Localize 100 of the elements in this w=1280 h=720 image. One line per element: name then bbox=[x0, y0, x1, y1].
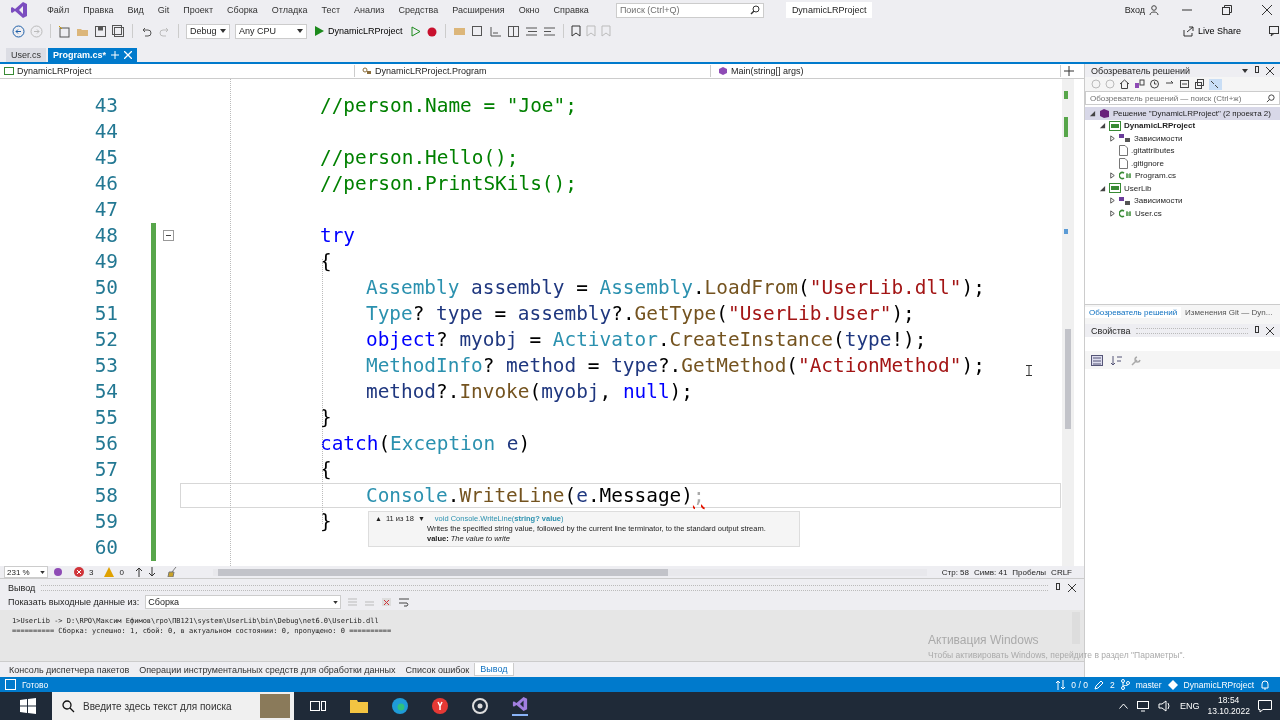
tree-item[interactable]: UserLib bbox=[1095, 182, 1280, 195]
toolbar-icon[interactable] bbox=[506, 24, 520, 38]
collapse-icon[interactable] bbox=[163, 230, 174, 242]
tree-item[interactable]: .gitignore bbox=[1105, 157, 1280, 170]
platform-dropdown[interactable]: Any CPU bbox=[235, 23, 307, 39]
collapsed-arrow-icon[interactable] bbox=[1109, 172, 1116, 180]
branch-icon[interactable] bbox=[1120, 679, 1130, 690]
menu-item[interactable]: Анализ bbox=[347, 5, 392, 15]
dropdown-arrow-icon[interactable] bbox=[1242, 68, 1248, 73]
tree-item[interactable]: User.cs bbox=[1105, 207, 1280, 220]
history-icon[interactable] bbox=[1149, 79, 1160, 89]
broom-icon[interactable] bbox=[166, 567, 178, 577]
task-view-icon[interactable] bbox=[310, 699, 326, 713]
panel-tab[interactable]: Консоль диспетчера пакетов bbox=[4, 663, 135, 676]
copy-icon[interactable] bbox=[1194, 79, 1205, 89]
start-button[interactable]: DynamicLRProject bbox=[312, 26, 406, 36]
language-indicator[interactable]: ENG bbox=[1179, 701, 1200, 711]
member-dropdown[interactable]: Main(string[] args) bbox=[714, 64, 1061, 77]
vertical-scrollbar[interactable] bbox=[1062, 78, 1074, 566]
menu-item[interactable]: Вид bbox=[120, 5, 151, 15]
back-icon[interactable] bbox=[12, 24, 25, 38]
panel-tab[interactable]: Вывод bbox=[474, 663, 514, 677]
toolbar-icon[interactable] bbox=[542, 24, 556, 38]
toolbar-icon[interactable] bbox=[470, 24, 484, 38]
close-icon[interactable] bbox=[1068, 583, 1076, 592]
tree-item[interactable]: Решение "DynamicLRProject" (2 проекта 2) bbox=[1085, 107, 1280, 120]
tree-item[interactable]: DynamicLRProject bbox=[1095, 119, 1280, 132]
menu-item[interactable]: Git bbox=[150, 5, 177, 15]
up-arrow-icon[interactable] bbox=[134, 567, 143, 577]
repository-name[interactable]: DynamicLRProject bbox=[1183, 679, 1254, 690]
error-icon[interactable] bbox=[74, 567, 84, 577]
project-dropdown[interactable]: DynamicLRProject bbox=[0, 64, 355, 77]
menu-item[interactable]: Сборка bbox=[220, 5, 265, 15]
tree-item[interactable]: Зависимости bbox=[1105, 132, 1280, 145]
word-wrap-icon[interactable] bbox=[398, 597, 411, 608]
bookmark-icon[interactable] bbox=[570, 25, 581, 37]
windows-start-icon[interactable] bbox=[20, 698, 36, 714]
output-source-dropdown[interactable]: Сборка bbox=[145, 595, 342, 610]
network-icon[interactable] bbox=[1135, 700, 1150, 712]
home-icon[interactable] bbox=[1119, 79, 1130, 89]
pin-icon[interactable] bbox=[1054, 583, 1062, 593]
zoom-dropdown[interactable]: 231 % bbox=[4, 566, 48, 578]
menu-item[interactable]: Проект bbox=[176, 5, 220, 15]
menu-item[interactable]: Окно bbox=[511, 5, 547, 15]
save-all-icon[interactable] bbox=[112, 24, 125, 38]
panel-tab[interactable]: Список ошибок bbox=[400, 663, 475, 676]
toolbar-icon[interactable] bbox=[524, 24, 538, 38]
configuration-dropdown[interactable]: Debug bbox=[186, 23, 230, 39]
down-arrow-icon[interactable] bbox=[147, 567, 156, 577]
feedback-icon[interactable] bbox=[1268, 25, 1280, 37]
menu-item[interactable]: Правка bbox=[76, 5, 121, 15]
browser-icon[interactable] bbox=[392, 698, 408, 714]
sign-in-link[interactable]: Вход bbox=[1124, 5, 1145, 15]
panel-tab[interactable]: Операции инструментальных средств для обработки данных bbox=[134, 663, 401, 676]
menu-item[interactable]: Файл bbox=[40, 5, 77, 15]
search-field[interactable]: Обозреватель решений — поиск (Ctrl+ж) bbox=[1085, 91, 1280, 105]
tree-item[interactable]: Зависимости bbox=[1105, 194, 1280, 207]
output-icon[interactable] bbox=[5, 679, 16, 690]
taskbar-search-field[interactable]: Введите здесь текст для поиска bbox=[52, 692, 294, 720]
pin-icon[interactable] bbox=[1253, 326, 1261, 335]
notifications-icon[interactable] bbox=[1258, 699, 1272, 713]
branch-name[interactable]: master bbox=[1135, 679, 1162, 690]
visual-studio-icon[interactable] bbox=[512, 696, 528, 716]
collapsed-arrow-icon[interactable] bbox=[1109, 134, 1116, 142]
split-icon[interactable] bbox=[1064, 65, 1074, 76]
categorized-icon[interactable] bbox=[1091, 354, 1103, 366]
live-share-button[interactable]: Live Share bbox=[1176, 24, 1247, 38]
chevron-up-icon[interactable] bbox=[1118, 703, 1128, 709]
clock-date[interactable]: 13.10.2022 bbox=[1207, 706, 1250, 717]
person-add-icon[interactable] bbox=[1149, 4, 1160, 16]
clock-time[interactable]: 18:54 bbox=[1218, 695, 1240, 706]
pin-icon[interactable] bbox=[1253, 66, 1261, 75]
notification-bell-icon[interactable] bbox=[1260, 679, 1270, 690]
repository-icon[interactable] bbox=[1167, 679, 1178, 690]
panel-tab[interactable]: Изменения Git — Dyn... bbox=[1181, 307, 1277, 318]
new-item-icon[interactable] bbox=[58, 24, 71, 38]
app-icon[interactable] bbox=[472, 698, 488, 714]
collapse-all-icon[interactable] bbox=[1179, 79, 1190, 89]
sync-arrows-icon[interactable] bbox=[1056, 679, 1066, 690]
changes-count[interactable]: 2 bbox=[1109, 679, 1115, 690]
pencil-icon[interactable] bbox=[1093, 679, 1104, 690]
search-field[interactable]: Поиск (Ctrl+Q) bbox=[615, 2, 764, 18]
browser-icon[interactable] bbox=[432, 698, 448, 714]
switch-views-icon[interactable] bbox=[1134, 79, 1145, 89]
tree-item[interactable]: .gitattributes bbox=[1105, 144, 1280, 157]
tree-item[interactable]: Program.cs bbox=[1105, 169, 1280, 182]
horizontal-scrollbar[interactable] bbox=[212, 568, 927, 576]
play-outline-icon[interactable] bbox=[410, 25, 421, 37]
clear-all-icon[interactable] bbox=[381, 597, 393, 608]
expanded-arrow-icon[interactable] bbox=[1099, 184, 1106, 192]
class-dropdown[interactable]: DynamicLRProject.Program bbox=[358, 64, 711, 77]
speaker-icon[interactable] bbox=[1157, 700, 1172, 712]
menu-item[interactable]: Средства bbox=[391, 5, 446, 15]
close-icon[interactable] bbox=[1266, 326, 1274, 335]
save-icon[interactable] bbox=[94, 24, 107, 38]
restore-icon[interactable] bbox=[1222, 5, 1232, 15]
sync-status[interactable]: 0 / 0 bbox=[1071, 679, 1088, 690]
close-icon[interactable] bbox=[1266, 66, 1274, 75]
menu-item[interactable]: Тест bbox=[314, 5, 348, 15]
close-icon[interactable] bbox=[1262, 5, 1272, 15]
